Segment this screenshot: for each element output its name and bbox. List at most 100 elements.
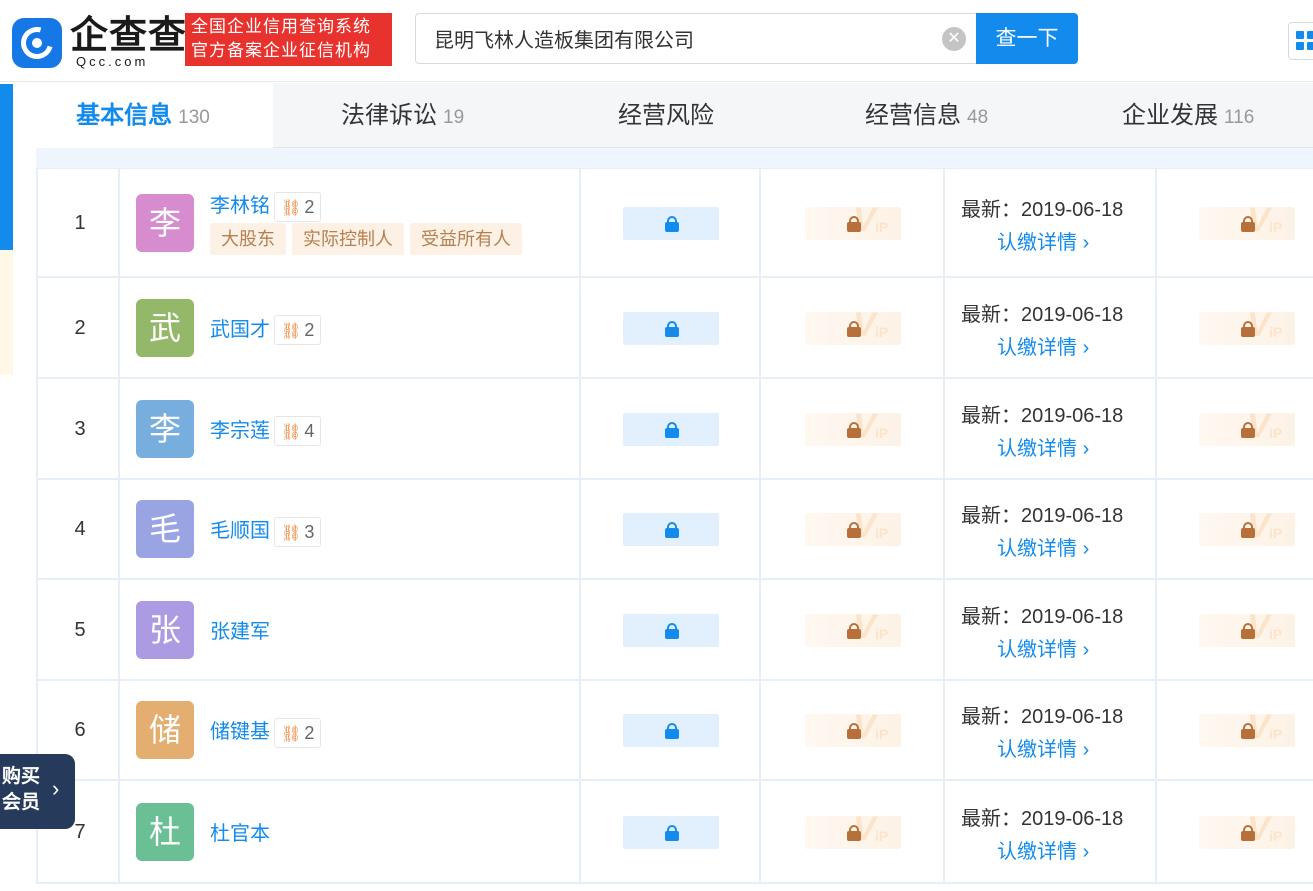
locked-value[interactable] [623,815,719,849]
locked-cell [581,781,761,882]
vip-watermark-icon: iP [1269,424,1283,441]
shareholder-name-link[interactable]: 杜官本 [210,823,270,845]
subscription-detail-link[interactable]: 认缴详情 › [997,331,1089,360]
relation-badge[interactable]: ⛓ 2 [274,717,322,748]
locked-cell [581,379,761,478]
vip-watermark-icon: iP [1269,218,1283,235]
locked-value[interactable] [623,206,719,240]
subscription-detail-link[interactable]: 认缴详情 › [997,226,1089,255]
slogan-badge: 全国企业信用查询系统 官方备案企业征信机构 [185,13,392,66]
lock-icon [665,622,679,639]
vip-locked-cell: ViP [761,379,945,478]
relation-badge[interactable]: ⛓ 2 [274,315,322,346]
vip-locked-cell: ViP [761,681,945,779]
tab-label: 基本信息 [76,102,173,129]
search-input[interactable] [434,14,934,63]
vip-locked-value[interactable]: ViP [1199,613,1295,647]
latest-prefix: 最新： [961,505,1021,527]
tab-operations[interactable]: 经营信息 48 [865,83,988,148]
locked-value[interactable] [623,714,719,747]
vip-locked-value[interactable]: ViP [1199,714,1295,747]
shareholder-cell: 武武国才 ⛓ 2 [120,278,581,377]
lock-icon [665,723,679,739]
shareholder-name-wrap: 李林铭 ⛓ 2 [210,189,322,222]
latest-prefix: 最新： [961,303,1021,326]
latest-prefix: 最新： [961,605,1021,628]
vip-locked-value[interactable]: ViP [1199,513,1295,546]
vip-locked-value[interactable]: ViP [1199,815,1295,849]
tab-risk[interactable]: 经营风险 [618,83,714,148]
locked-value[interactable] [623,311,719,345]
lock-icon [847,215,861,232]
subscription-cell: 最新：2019-06-18 认缴详情 › [945,580,1157,679]
vip-locked-cell: ViP [761,480,945,578]
table-row: 1 李李林铭 ⛓ 2 大股东 实际控制人 受益所有人 ViP 最新：2019-06-18 认缴详情… [36,169,1313,278]
member-line1: 购买 [2,766,41,787]
lock-icon [665,215,679,232]
locked-cell [581,480,761,578]
shareholder-cell: 毛毛顺国 ⛓ 3 [120,480,581,578]
latest-prefix: 最新： [961,404,1021,427]
latest-date-value: 2019-06-18 [1021,198,1124,221]
shareholder-name-link[interactable]: 武国才 [210,319,270,341]
buy-member-button[interactable]: 购买 会员 › [0,754,75,829]
shareholder-name-link[interactable]: 李宗莲 [210,420,270,442]
latest-date: 最新：2019-06-18 [961,193,1123,222]
tab-count: 116 [1224,107,1255,128]
tab-label: 经营信息 [865,102,961,129]
vip-locked-cell: ViP [1157,169,1313,276]
vip-locked-value[interactable]: ViP [1199,206,1295,240]
vip-locked-value[interactable]: ViP [1199,412,1295,446]
locked-value[interactable] [623,613,719,647]
relation-badge[interactable]: ⛓ 2 [274,191,322,222]
vip-locked-value[interactable]: ViP [805,714,901,747]
relation-badge[interactable]: ⛓ 4 [274,416,322,447]
detail-label: 认缴详情 [997,336,1077,359]
search-button[interactable]: 查一下 [976,13,1078,64]
vip-locked-value[interactable]: ViP [805,815,901,849]
vip-locked-value[interactable]: ViP [805,412,901,446]
top-header: 企查查 Qcc.com 全国企业信用查询系统 官方备案企业征信机构 ✕ 查一下 [0,0,1313,82]
qcc-logo[interactable]: 企查查 Qcc.com [12,14,186,69]
lock-icon [847,824,861,841]
vip-locked-value[interactable]: ViP [1199,311,1295,345]
lock-icon [1241,522,1255,538]
locked-value[interactable] [623,412,719,446]
latest-date: 最新：2019-06-18 [961,600,1123,629]
row-index: 1 [74,211,86,234]
subscription-cell: 最新：2019-06-18 认缴详情 › [945,379,1157,478]
subscription-detail-link[interactable]: 认缴详情 › [997,835,1089,864]
relation-badge[interactable]: ⛓ 3 [274,516,322,547]
lock-icon [847,421,861,438]
shareholder-name-link[interactable]: 毛顺国 [210,520,270,542]
shareholder-name-link[interactable]: 李林铭 [210,195,270,217]
tab-development[interactable]: 企业发展 116 [1122,83,1254,148]
vip-locked-value[interactable]: ViP [805,206,901,240]
tab-legal[interactable]: 法律诉讼 19 [341,83,464,148]
chevron-right-icon: › [1082,840,1090,863]
relation-graph-icon: ⛓ [281,725,302,743]
table-header-strip [36,148,1313,169]
side-accent-bar [0,84,13,250]
section-tabs: 基本信息 130 法律诉讼 19 经营风险 经营信息 48 企业发展 116 [13,83,1313,149]
subscription-cell: 最新：2019-06-18 认缴详情 › [945,278,1157,377]
locked-value[interactable] [623,513,719,546]
chevron-right-icon: › [1082,336,1090,359]
vip-watermark-icon: iP [875,323,889,340]
apps-grid-icon[interactable] [1288,22,1313,60]
subscription-detail-link[interactable]: 认缴详情 › [997,432,1089,461]
shareholder-name-link[interactable]: 储键基 [210,721,270,743]
subscription-detail-link[interactable]: 认缴详情 › [997,733,1089,762]
shareholder-name-link[interactable]: 张建军 [210,621,270,643]
tab-basic-info[interactable]: 基本信息 130 [13,83,273,149]
subscription-detail-link[interactable]: 认缴详情 › [997,633,1089,662]
tab-count: 130 [178,107,210,128]
subscription-detail-link[interactable]: 认缴详情 › [997,532,1089,561]
latest-prefix: 最新： [961,198,1021,221]
vip-locked-value[interactable]: ViP [805,513,901,546]
vip-locked-value[interactable]: ViP [805,613,901,647]
vip-locked-value[interactable]: ViP [805,311,901,345]
locked-cell [581,278,761,377]
clear-icon[interactable]: ✕ [942,27,966,51]
member-line2: 会员 [2,792,41,813]
